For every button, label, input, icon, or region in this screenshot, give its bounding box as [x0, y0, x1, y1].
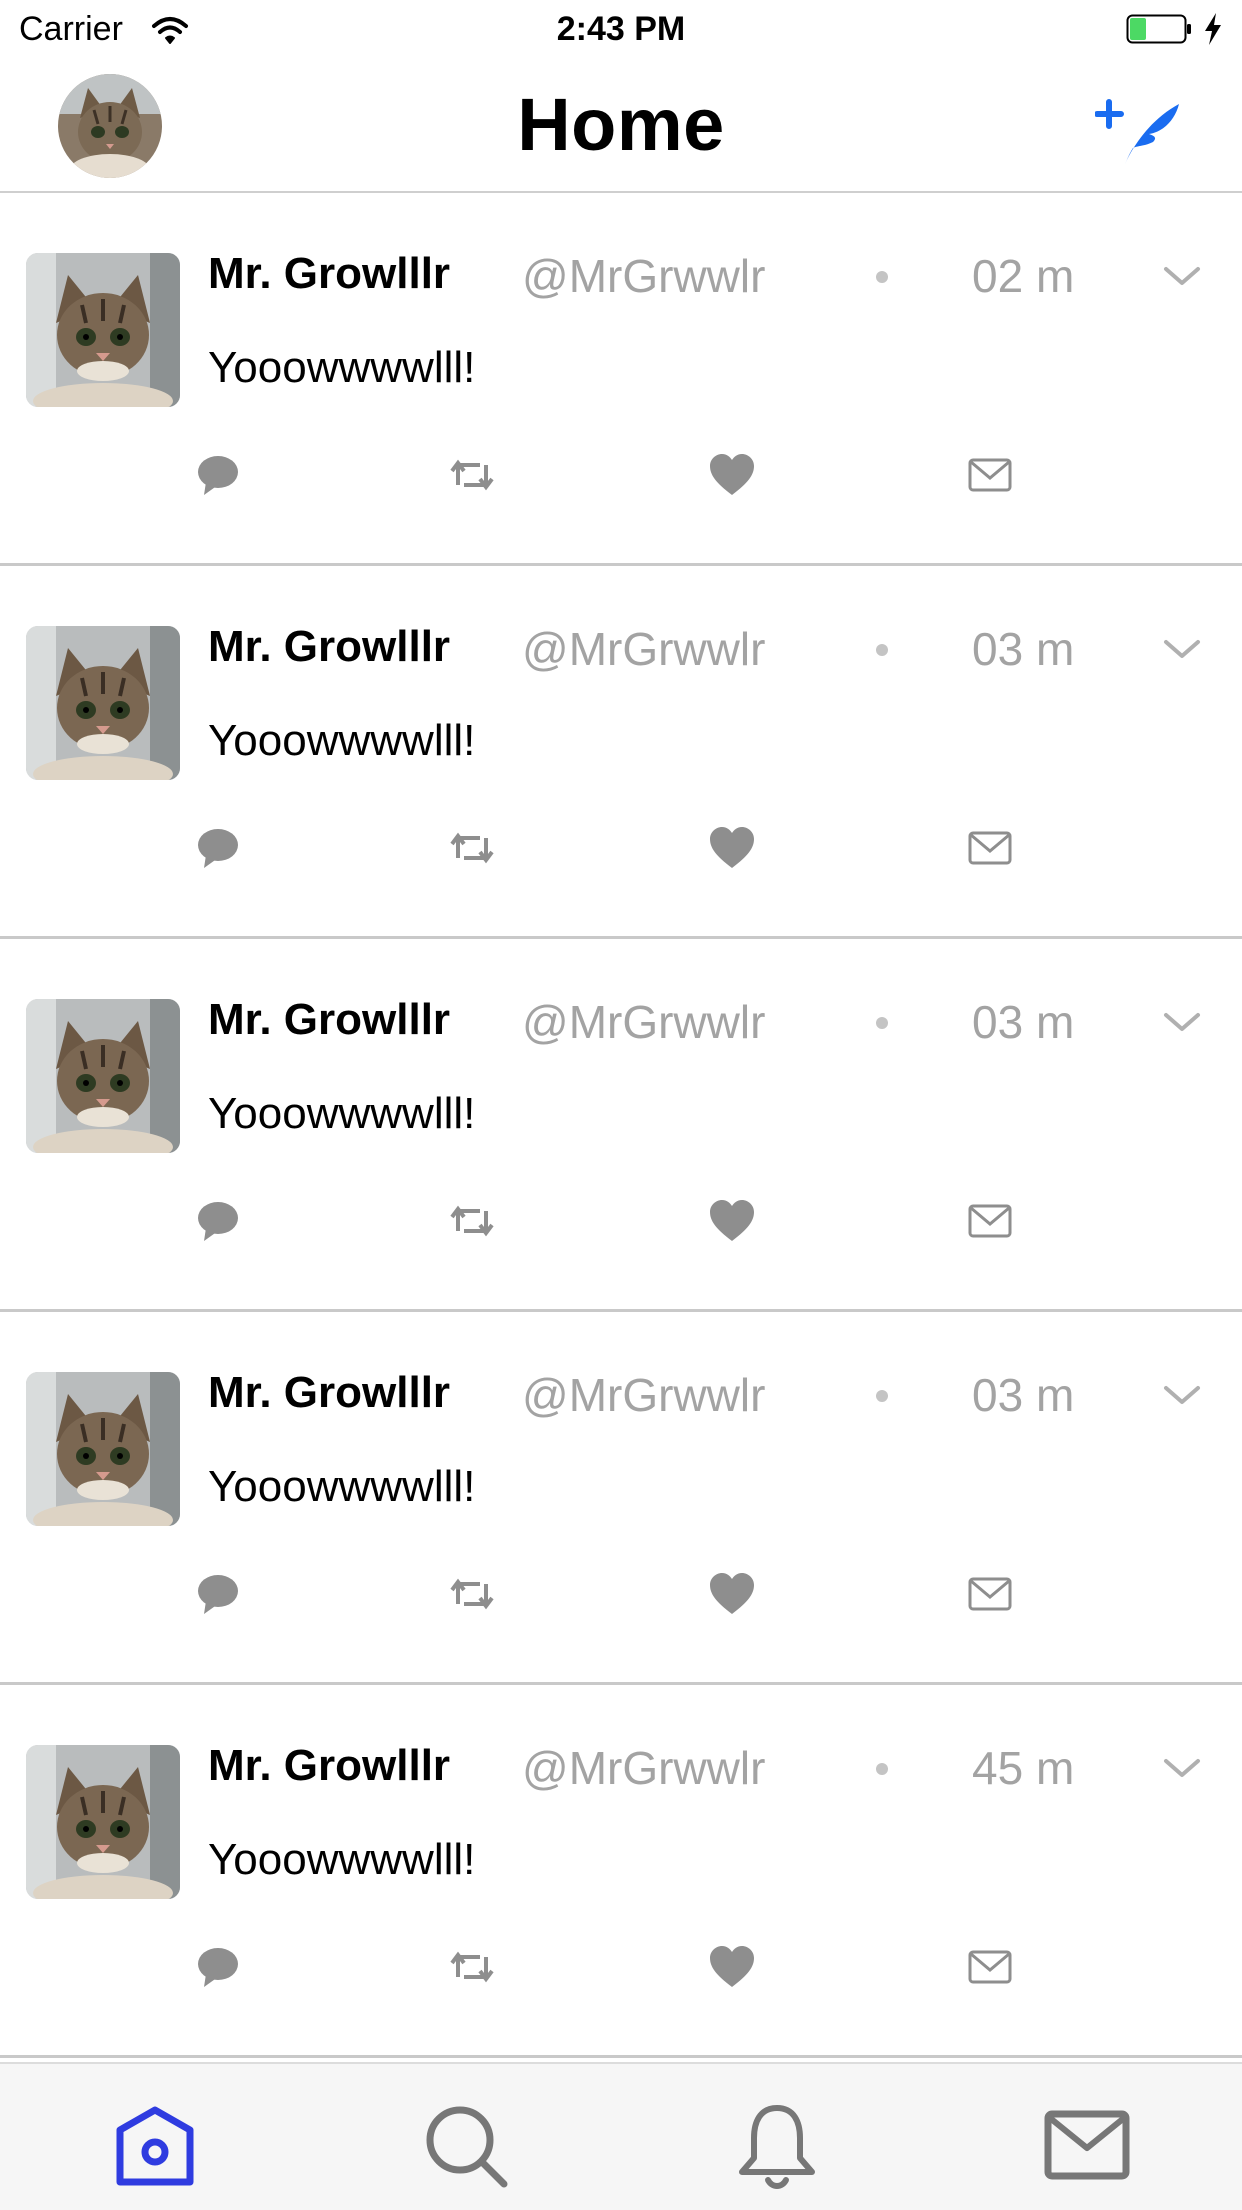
nav-bar: Home [0, 60, 1242, 193]
chevron-down-icon[interactable] [1162, 1009, 1202, 1035]
message-icon[interactable] [964, 449, 1016, 501]
tweet-author-name[interactable]: Mr. Growlllr [208, 995, 450, 1045]
retweet-icon[interactable] [446, 449, 498, 501]
tweet-row[interactable]: Mr. Growlllr @MrGrwwlr 03 m Yooowwwwlll! [0, 939, 1242, 1312]
separator-dot [876, 1763, 888, 1775]
tweet-row[interactable]: Mr. Growlllr @MrGrwwlr 03 m Yooowwwwlll! [0, 1312, 1242, 1685]
tab-search[interactable] [420, 2100, 510, 2190]
tweet-timestamp: 03 m [972, 1369, 1075, 1421]
reply-icon[interactable] [192, 449, 244, 501]
home-icon [116, 2106, 194, 2186]
retweet-icon[interactable] [446, 822, 498, 874]
tweet-row[interactable]: Mr. Growlllr @MrGrwwlr 03 m Yooowwwwlll! [0, 566, 1242, 939]
tweet-author-name[interactable]: Mr. Growlllr [208, 1368, 450, 1418]
tweet-actions [0, 1941, 1242, 1993]
messages-mail-icon [1044, 2110, 1130, 2180]
message-icon[interactable] [964, 822, 1016, 874]
tweet-row[interactable]: Mr. Growlllr @MrGrwwlr 02 m Yooowwwwlll! [0, 193, 1242, 566]
tweet-timestamp: 45 m [972, 1742, 1075, 1794]
tweet-avatar[interactable] [26, 253, 180, 407]
reply-icon[interactable] [192, 1941, 244, 1993]
search-icon [426, 2106, 508, 2188]
cat-avatar-icon [26, 626, 180, 780]
reply-icon[interactable] [192, 822, 244, 874]
cat-avatar-icon [26, 253, 180, 407]
message-icon[interactable] [964, 1568, 1016, 1620]
tweet-timestamp: 03 m [972, 996, 1075, 1048]
tweet-handle: @MrGrwwlr [522, 250, 766, 302]
tweet-actions [0, 1195, 1242, 1247]
page-title: Home [517, 83, 725, 166]
compose-feather-icon[interactable] [1095, 96, 1181, 168]
tweet-author-name[interactable]: Mr. Growlllr [208, 622, 450, 672]
tweet-avatar[interactable] [26, 999, 180, 1153]
message-icon[interactable] [964, 1941, 1016, 1993]
tweet-author-name[interactable]: Mr. Growlllr [208, 249, 450, 299]
tweet-avatar[interactable] [26, 626, 180, 780]
tweet-handle: @MrGrwwlr [522, 623, 766, 675]
tweet-actions [0, 1568, 1242, 1620]
tweet-actions [0, 822, 1242, 874]
tweet-avatar[interactable] [26, 1372, 180, 1526]
tweet-handle: @MrGrwwlr [522, 1742, 766, 1794]
tweet-row[interactable]: Mr. Growlllr @MrGrwwlr 45 m Yooowwwwlll! [0, 1685, 1242, 2058]
notifications-bell-icon [739, 2105, 815, 2189]
tweet-text: Yooowwwwlll! [208, 1089, 476, 1138]
tweet-timestamp: 02 m [972, 250, 1075, 302]
tweet-author-name[interactable]: Mr. Growlllr [208, 1741, 450, 1791]
chevron-down-icon[interactable] [1162, 263, 1202, 289]
retweet-icon[interactable] [446, 1568, 498, 1620]
charging-bolt-icon [1205, 13, 1221, 45]
chevron-down-icon[interactable] [1162, 1755, 1202, 1781]
reply-icon[interactable] [192, 1568, 244, 1620]
chevron-down-icon[interactable] [1162, 1382, 1202, 1408]
separator-dot [876, 271, 888, 283]
reply-icon[interactable] [192, 1195, 244, 1247]
like-icon[interactable] [706, 449, 758, 501]
like-icon[interactable] [706, 1941, 758, 1993]
cat-avatar-icon [26, 999, 180, 1153]
tab-bar [0, 2062, 1242, 2210]
battery-icon [1126, 14, 1191, 44]
like-icon[interactable] [706, 1568, 758, 1620]
tweet-text: Yooowwwwlll! [208, 716, 476, 765]
tweet-handle: @MrGrwwlr [522, 1369, 766, 1421]
tab-notifications[interactable] [732, 2100, 822, 2190]
tweet-avatar[interactable] [26, 1745, 180, 1899]
retweet-icon[interactable] [446, 1941, 498, 1993]
tweet-timestamp: 03 m [972, 623, 1075, 675]
status-bar: Carrier 2:43 PM [0, 0, 1242, 60]
tweet-handle: @MrGrwwlr [522, 996, 766, 1048]
like-icon[interactable] [706, 822, 758, 874]
status-time: 2:43 PM [556, 10, 686, 48]
tab-messages[interactable] [1042, 2100, 1132, 2190]
tab-home[interactable] [110, 2100, 200, 2190]
retweet-icon[interactable] [446, 1195, 498, 1247]
chevron-down-icon[interactable] [1162, 636, 1202, 662]
separator-dot [876, 644, 888, 656]
tweet-text: Yooowwwwlll! [208, 1835, 476, 1884]
tweet-actions [0, 449, 1242, 501]
cat-avatar-icon [26, 1372, 180, 1526]
cat-avatar-icon [26, 1745, 180, 1899]
tweet-feed[interactable]: Mr. Growlllr @MrGrwwlr 02 m Yooowwwwlll! [0, 193, 1242, 2058]
like-icon[interactable] [706, 1195, 758, 1247]
tweet-text: Yooowwwwlll! [208, 1462, 476, 1511]
separator-dot [876, 1017, 888, 1029]
separator-dot [876, 1390, 888, 1402]
message-icon[interactable] [964, 1195, 1016, 1247]
tweet-text: Yooowwwwlll! [208, 343, 476, 392]
